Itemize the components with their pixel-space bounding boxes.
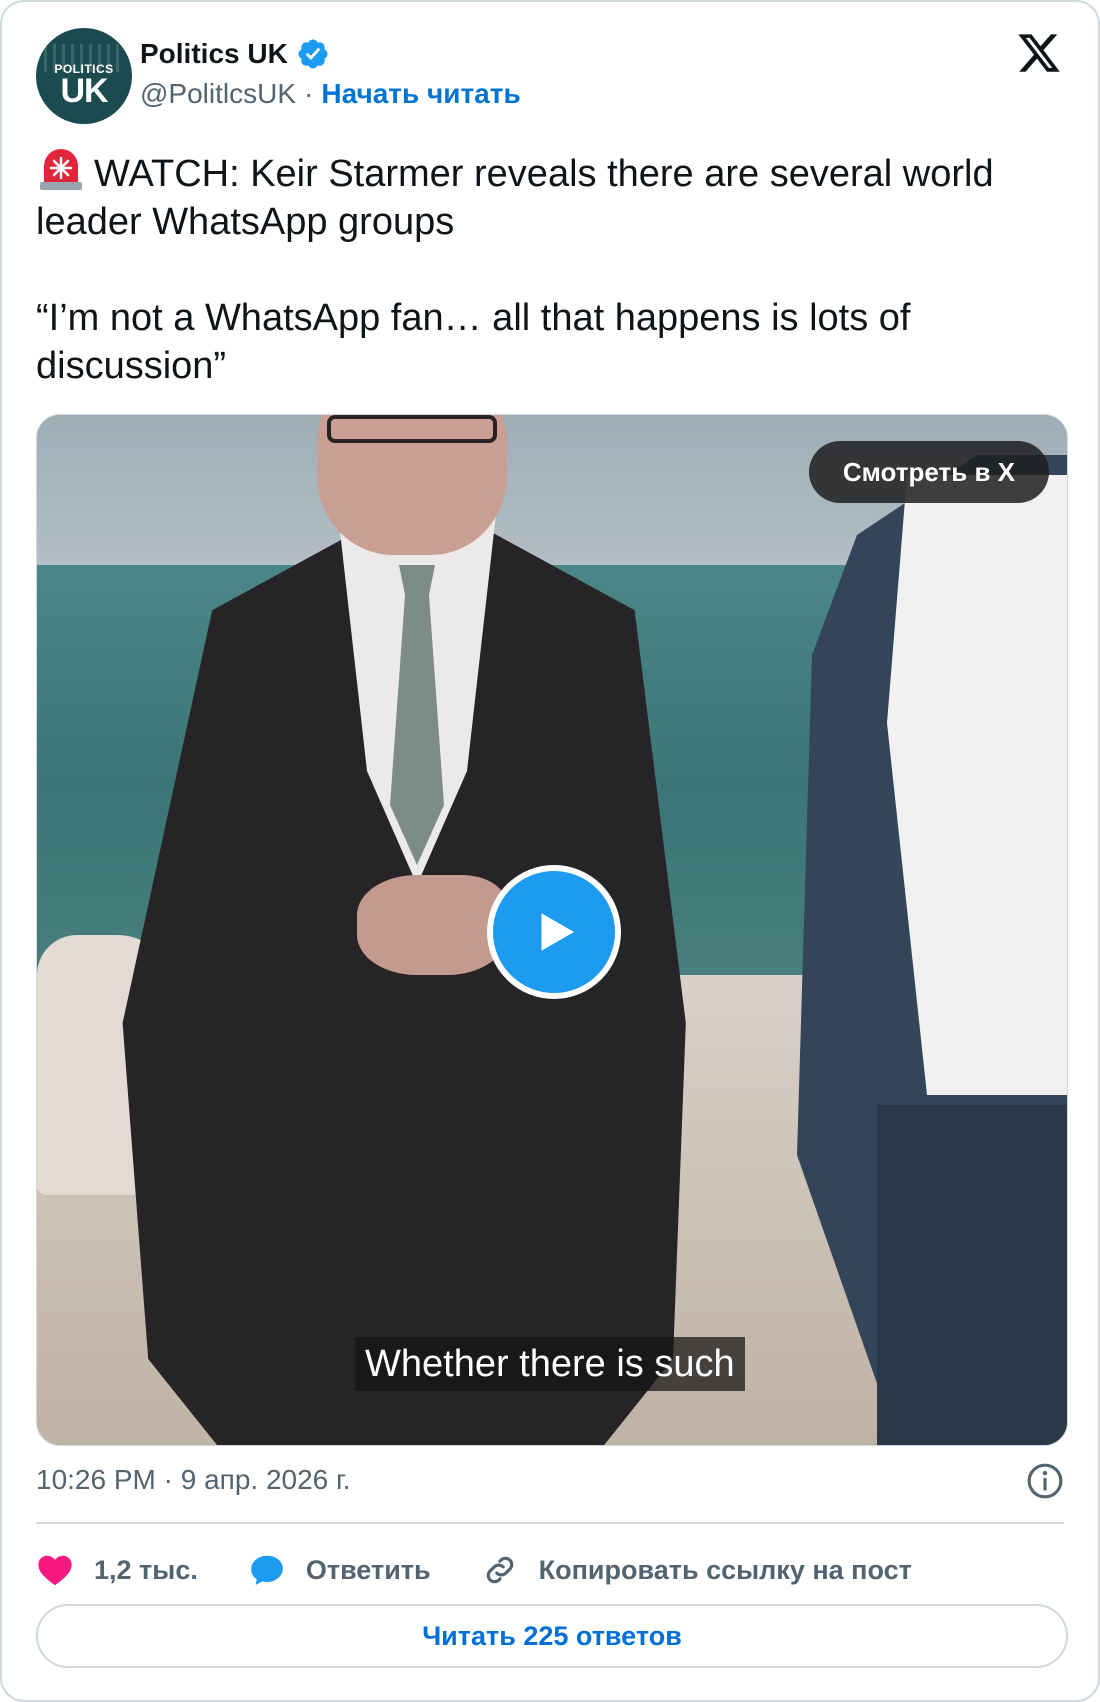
play-icon (541, 913, 574, 951)
separator-dot: · (304, 78, 314, 109)
tweet-card: POLITICS UK Politics UK @PolitlcsUK · На… (0, 0, 1100, 1702)
action-bar: 1,2 тыс. Ответить Копировать ссылку на п… (36, 1540, 962, 1600)
copy-link-label: Копировать ссылку на пост (538, 1554, 912, 1585)
author-handle-row: @PolitlcsUK · Начать читать (140, 76, 521, 112)
heart-icon (38, 1555, 72, 1586)
video-person-right-pants (877, 1105, 1067, 1445)
divider (36, 1522, 1064, 1524)
siren-icon (40, 149, 82, 190)
avatar-text-bottom: UK (60, 72, 108, 110)
info-icon[interactable] (1026, 1462, 1064, 1500)
copy-link-button[interactable]: Копировать ссылку на пост (481, 1551, 912, 1589)
author-name-row: Politics UK (140, 36, 330, 72)
like-button[interactable]: 1,2 тыс. (36, 1551, 198, 1589)
video-media[interactable]: Смотреть в X Whether there is such (36, 414, 1068, 1446)
reply-button[interactable]: Ответить (248, 1551, 431, 1589)
reply-label: Ответить (305, 1554, 431, 1585)
like-count: 1,2 тыс. (94, 1554, 198, 1585)
tweet-timestamp[interactable]: 10:26 PM · 9 апр. 2026 г. (36, 1464, 351, 1496)
follow-link[interactable]: Начать читать (321, 78, 520, 110)
tweet-line-1-text: WATCH: Keir Starmer reveals there are se… (36, 153, 994, 243)
x-logo-icon[interactable] (1016, 30, 1062, 76)
link-icon (486, 1556, 513, 1584)
video-person-main-hand (357, 875, 507, 975)
verified-badge-icon (298, 39, 328, 69)
play-button[interactable] (487, 865, 621, 999)
video-caption: Whether there is such (355, 1337, 745, 1391)
avatar[interactable]: POLITICS UK (36, 28, 132, 124)
author-handle[interactable]: @PolitlcsUK (140, 78, 296, 110)
tweet-line-1: WATCH: Keir Starmer reveals there are se… (36, 148, 1076, 246)
author-name[interactable]: Politics UK (140, 38, 288, 70)
read-replies-button[interactable]: Читать 225 ответов (36, 1604, 1068, 1668)
tweet-text: WATCH: Keir Starmer reveals there are se… (36, 148, 1076, 390)
video-person-main-glasses (327, 415, 497, 443)
tweet-line-2: “I’m not a WhatsApp fan… all that happen… (36, 297, 911, 387)
reply-bubble-icon (251, 1555, 283, 1586)
watch-on-x-button[interactable]: Смотреть в X (808, 441, 1049, 503)
